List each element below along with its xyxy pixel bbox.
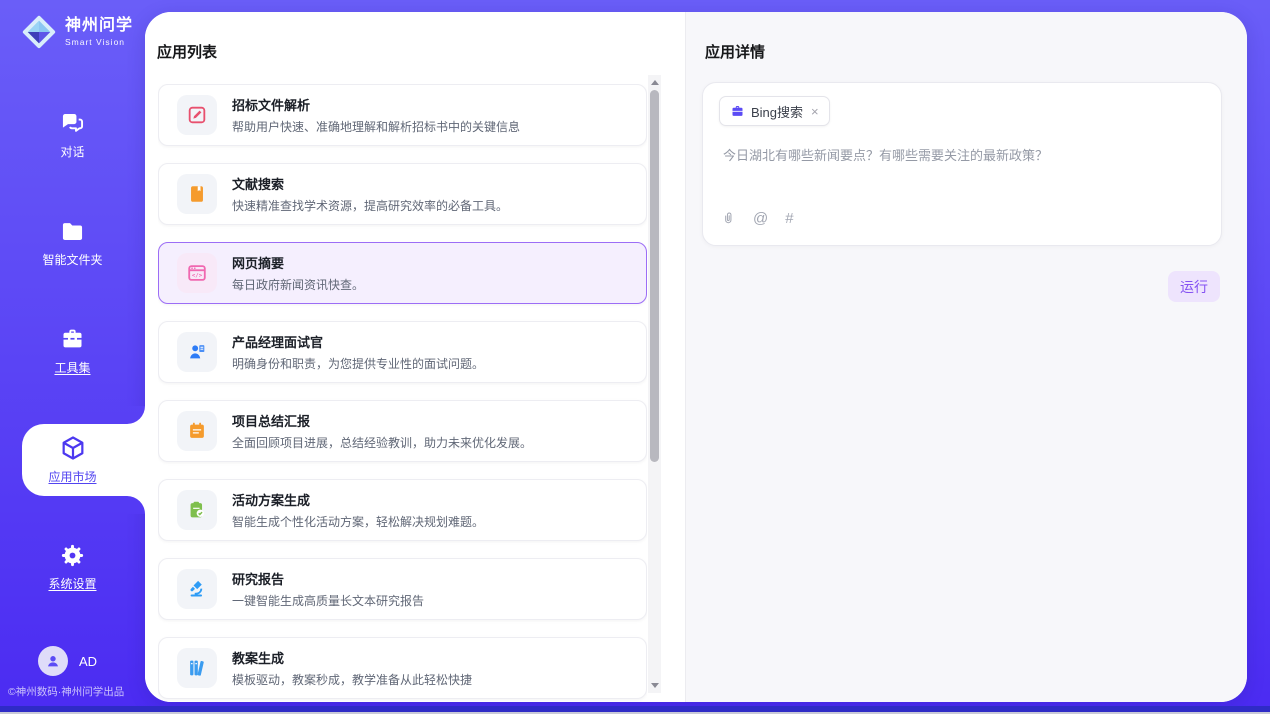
book-icon bbox=[186, 183, 208, 205]
mention-icon[interactable]: @ bbox=[753, 210, 768, 227]
app-card-title: 教案生成 bbox=[232, 648, 472, 667]
app-card-research-report[interactable]: 研究报告 一键智能生成高质量长文本研究报告 bbox=[158, 558, 647, 620]
app-card-desc: 智能生成个性化活动方案，轻松解决规划难题。 bbox=[232, 513, 484, 530]
sidebar-item-label: 系统设置 bbox=[48, 575, 96, 592]
app-card-desc: 每日政府新闻资讯快查。 bbox=[232, 276, 364, 293]
app-card-title: 产品经理面试官 bbox=[232, 332, 484, 351]
sidebar-item-chat[interactable]: 对话 bbox=[0, 110, 145, 160]
app-card-desc: 快速精准查找学术资源，提高研究效率的必备工具。 bbox=[232, 197, 508, 214]
app-card-desc: 一键智能生成高质量长文本研究报告 bbox=[232, 592, 424, 609]
brand-name: 神州问学 bbox=[65, 18, 133, 34]
user-row: AD bbox=[38, 646, 97, 676]
app-card-title: 网页摘要 bbox=[232, 253, 364, 272]
app-list-title: 应用列表 bbox=[157, 41, 217, 62]
toolbox-icon bbox=[59, 326, 86, 353]
sidebar: 神州问学 Smart Vision 对话 智能文件夹 bbox=[0, 0, 145, 714]
app-card-desc: 全面回顾项目进展，总结经验教训，助力未来优化发展。 bbox=[232, 434, 532, 451]
scrollbar-thumb[interactable] bbox=[650, 90, 659, 462]
sidebar-item-label: 应用市场 bbox=[48, 468, 96, 485]
chat-icon bbox=[59, 110, 86, 137]
sidebar-item-label: 对话 bbox=[60, 143, 84, 160]
doc-edit-icon bbox=[186, 104, 208, 126]
app-card-pm-interviewer[interactable]: 产品经理面试官 明确身份和职责，为您提供专业性的面试问题。 bbox=[158, 321, 647, 383]
app-card-lesson-plan[interactable]: 教案生成 模板驱动，教案秒成，教学准备从此轻松快捷 bbox=[158, 637, 647, 699]
app-card-title: 项目总结汇报 bbox=[232, 411, 532, 430]
composer-toolbar: @ # bbox=[721, 210, 794, 227]
app-card-literature-search[interactable]: 文献搜索 快速精准查找学术资源，提高研究效率的必备工具。 bbox=[158, 163, 647, 225]
tool-tag-bing-search[interactable]: Bing搜索 × bbox=[719, 96, 830, 126]
tool-tag-label: Bing搜索 bbox=[751, 102, 803, 121]
app-detail-title: 应用详情 bbox=[705, 41, 765, 62]
sidebar-item-smart-folder[interactable]: 智能文件夹 bbox=[0, 218, 145, 268]
close-icon[interactable]: × bbox=[811, 104, 819, 119]
app-detail-pane: 应用详情 Bing搜索 × 今日湖北有哪些新闻要点？有哪些需要关注的最新政策？ … bbox=[685, 12, 1247, 702]
sidebar-item-settings[interactable]: 系统设置 bbox=[0, 542, 145, 592]
app-card-title: 研究报告 bbox=[232, 569, 424, 588]
run-button[interactable]: 运行 bbox=[1168, 271, 1220, 302]
calendar-note-icon bbox=[186, 420, 208, 442]
microscope-icon bbox=[186, 578, 208, 600]
sidebar-item-app-market[interactable]: 应用市场 bbox=[0, 434, 145, 485]
app-card-title: 文献搜索 bbox=[232, 174, 508, 193]
app-card-event-plan[interactable]: 活动方案生成 智能生成个性化活动方案，轻松解决规划难题。 bbox=[158, 479, 647, 541]
sidebar-item-label: 智能文件夹 bbox=[42, 251, 102, 268]
user-initials: AD bbox=[79, 654, 97, 669]
app-list-pane: 应用列表 招标文件解析 帮助用户快速、准确地理解和解析招标书中的关键信息 bbox=[145, 12, 685, 702]
hash-icon[interactable]: # bbox=[785, 210, 793, 227]
svg-text:</>: </> bbox=[192, 273, 203, 279]
cube-icon bbox=[59, 434, 87, 462]
user-avatar[interactable] bbox=[38, 646, 68, 676]
query-input[interactable]: 今日湖北有哪些新闻要点？有哪些需要关注的最新政策？ bbox=[723, 145, 1201, 164]
app-card-desc: 帮助用户快速、准确地理解和解析招标书中的关键信息 bbox=[232, 118, 520, 135]
sidebar-item-toolset[interactable]: 工具集 bbox=[0, 326, 145, 376]
briefcase-icon bbox=[730, 104, 745, 119]
sidebar-item-label: 工具集 bbox=[54, 359, 90, 376]
person-icon bbox=[44, 652, 62, 670]
app-card-bid-analysis[interactable]: 招标文件解析 帮助用户快速、准确地理解和解析招标书中的关键信息 bbox=[158, 84, 647, 146]
query-composer: Bing搜索 × 今日湖北有哪些新闻要点？有哪些需要关注的最新政策？ @ # bbox=[702, 82, 1222, 246]
app-card-title: 活动方案生成 bbox=[232, 490, 484, 509]
app-list-scrollbar[interactable] bbox=[648, 75, 661, 693]
active-nav-fillet-bottom bbox=[127, 496, 145, 514]
app-window: 神州问学 Smart Vision 对话 智能文件夹 bbox=[0, 0, 1270, 714]
browser-code-icon: </> bbox=[186, 262, 208, 284]
content-panel: 应用列表 招标文件解析 帮助用户快速、准确地理解和解析招标书中的关键信息 bbox=[145, 12, 1247, 702]
active-nav-fillet-top bbox=[127, 406, 145, 424]
app-card-desc: 明确身份和职责，为您提供专业性的面试问题。 bbox=[232, 355, 484, 372]
gear-icon bbox=[59, 542, 86, 569]
app-card-project-summary[interactable]: 项目总结汇报 全面回顾项目进展，总结经验教训，助力未来优化发展。 bbox=[158, 400, 647, 462]
clipboard-check-icon bbox=[186, 499, 208, 521]
app-card-web-summary[interactable]: </> 网页摘要 每日政府新闻资讯快查。 bbox=[158, 242, 647, 304]
brand-subtitle: Smart Vision bbox=[65, 38, 133, 47]
copyright-text: ©神州数码·神州问学出品 bbox=[8, 684, 124, 699]
diamond-logo-icon bbox=[20, 13, 58, 51]
app-card-desc: 模板驱动，教案秒成，教学准备从此轻松快捷 bbox=[232, 671, 472, 688]
paperclip-icon[interactable] bbox=[721, 210, 736, 227]
scroll-down-icon[interactable] bbox=[651, 683, 659, 688]
folder-icon bbox=[59, 218, 86, 245]
interviewer-icon bbox=[186, 341, 208, 363]
brand-logo: 神州问学 Smart Vision bbox=[20, 13, 133, 51]
app-card-title: 招标文件解析 bbox=[232, 95, 520, 114]
books-icon bbox=[186, 657, 208, 679]
app-card-list: 招标文件解析 帮助用户快速、准确地理解和解析招标书中的关键信息 文献搜索 快速精… bbox=[158, 84, 647, 702]
scroll-up-icon[interactable] bbox=[651, 80, 659, 85]
